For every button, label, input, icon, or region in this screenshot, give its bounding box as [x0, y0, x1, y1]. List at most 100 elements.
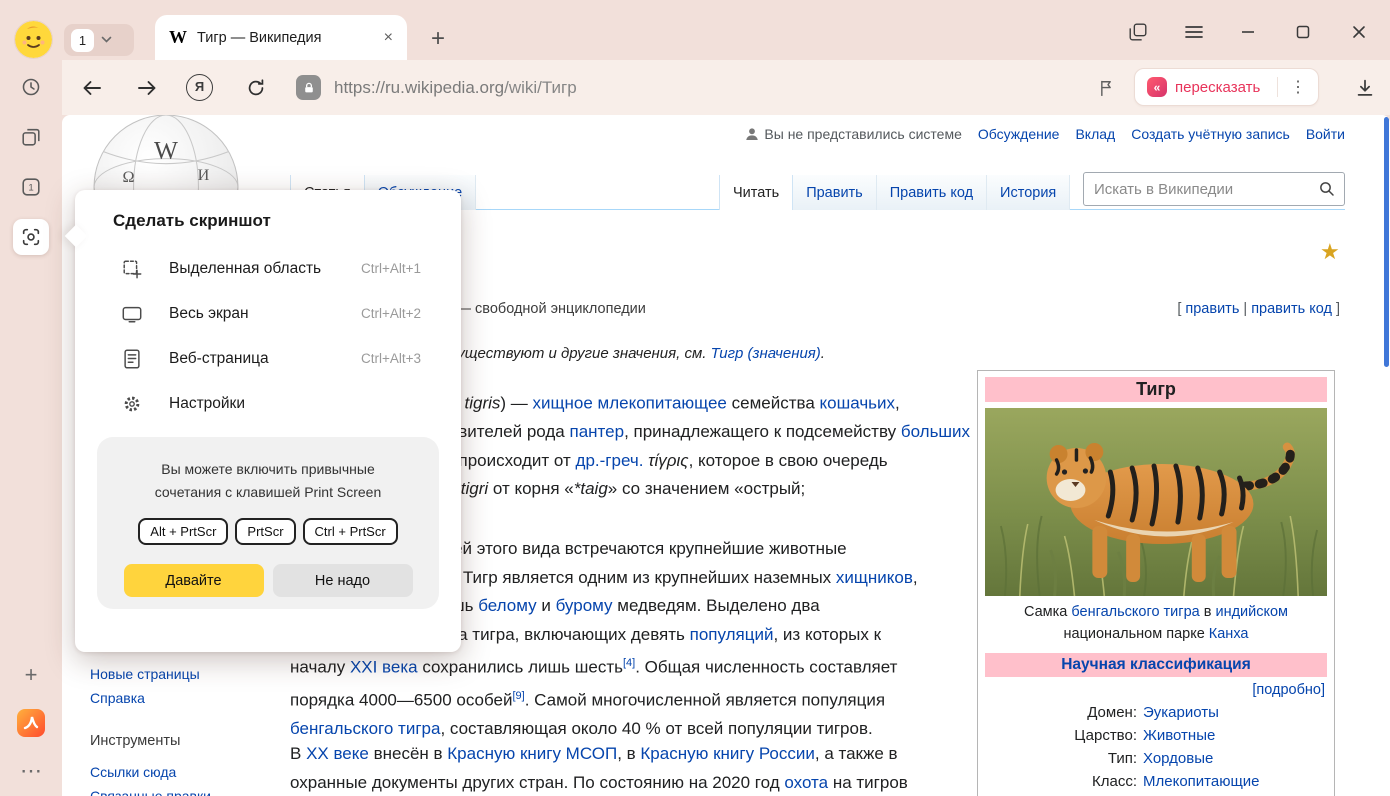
side-panel-toggle-button[interactable] [1124, 18, 1152, 46]
yandex-services-button[interactable] [13, 705, 49, 741]
menu-item-settings[interactable]: Настройки [75, 381, 461, 426]
sidebar-add-button[interactable]: + [13, 657, 49, 693]
accept-button[interactable]: Давайте [124, 564, 264, 597]
wiki-link[interactable]: XXI века [350, 658, 418, 677]
classification-row-class: Класс:Млекопитающие [985, 770, 1327, 793]
wiki-link[interactable]: [4] [623, 657, 635, 669]
wiki-link[interactable]: Тигр (значения) [711, 345, 821, 362]
bookmark-button[interactable] [1092, 74, 1120, 102]
decline-button[interactable]: Не надо [273, 564, 413, 597]
maximize-button[interactable] [1289, 18, 1317, 46]
downloads-button[interactable] [1350, 73, 1380, 103]
wiki-link[interactable]: пантер [570, 422, 625, 441]
refresh-button[interactable] [241, 73, 271, 103]
personal-link-talk[interactable]: Обсуждение [978, 126, 1060, 142]
tab-counter-control[interactable]: 1 [64, 24, 134, 56]
article-paragraph-3: В XX веке внесён в Красную книгу МСОП, в… [290, 740, 908, 796]
wiki-link[interactable]: Животные [1143, 724, 1215, 747]
wiki-link[interactable]: править код [1251, 301, 1332, 317]
text-line: национальном парке Канха [985, 623, 1327, 645]
details-link[interactable]: [подробно] [987, 682, 1325, 698]
wiki-link[interactable]: больших [901, 422, 970, 441]
wiki-link[interactable]: Канха [1209, 626, 1249, 642]
tiger-photo[interactable] [985, 408, 1327, 596]
close-icon [1351, 24, 1367, 40]
back-button[interactable] [77, 73, 107, 103]
wiki-link[interactable]: хищников [836, 568, 913, 587]
wiki-link[interactable]: Красную книгу МСОП [447, 744, 617, 763]
wiki-link[interactable]: кошачьих [820, 394, 896, 413]
collections-button[interactable] [13, 119, 49, 155]
search-icon[interactable] [1318, 180, 1336, 198]
wiki-link[interactable]: бенгальского тигра [290, 719, 440, 738]
profile-avatar[interactable] [14, 20, 53, 59]
tab-count-icon: 1 [20, 176, 42, 198]
text-segment: | [1239, 301, 1251, 317]
address-bar[interactable]: https://ru.wikipedia.org/wiki/Тигр [334, 60, 577, 115]
sidebar-item-what-links-here[interactable]: Ссылки сюда [90, 760, 211, 784]
wiki-link[interactable]: охота [784, 773, 828, 792]
close-window-button[interactable] [1345, 18, 1373, 46]
wiki-link[interactable]: [9] [513, 690, 525, 702]
tab-read[interactable]: Читать [719, 175, 793, 210]
retell-menu-dots-icon[interactable]: ⋮ [1286, 77, 1310, 97]
avatar-image [15, 21, 52, 58]
menu-item-web-page[interactable]: Веб-страница Ctrl+Alt+3 [75, 336, 461, 381]
new-tab-button[interactable]: + [424, 25, 452, 53]
wiki-link[interactable]: Хордовые [1143, 747, 1213, 770]
search-input[interactable] [1092, 180, 1318, 199]
wiki-link[interactable]: Млекопитающие [1143, 770, 1260, 793]
wiki-link[interactable]: хищное [533, 394, 593, 413]
retell-button[interactable]: « пересказать ⋮ [1134, 68, 1319, 106]
tabs-panel-button[interactable]: 1 [13, 169, 49, 205]
svg-text:И: И [198, 166, 210, 184]
menu-item-full-screen[interactable]: Весь экран Ctrl+Alt+2 [75, 291, 461, 336]
wiki-link[interactable]: млекопитающее [598, 394, 727, 413]
minimize-button[interactable] [1234, 18, 1262, 46]
wiki-link[interactable]: бенгальского тигра [1071, 604, 1199, 620]
tab-close-icon[interactable]: × [384, 30, 393, 46]
tab-edit-source[interactable]: Править код [877, 175, 987, 210]
text-line: охранные документы других стран. По сост… [290, 769, 908, 796]
wiki-link[interactable]: белому [478, 596, 536, 615]
tab-edit[interactable]: Править [793, 175, 877, 210]
shortcut-keys: Alt + PrtScr PrtScr Ctrl + PrtScr [97, 518, 439, 545]
yandex-search-button[interactable]: Я [186, 74, 213, 101]
screenshot-tool-button[interactable] [13, 219, 49, 255]
featured-article-star-icon: ★ [1320, 239, 1340, 265]
browser-menu-button[interactable] [1180, 18, 1208, 46]
url-host: https://ru.wikipedia.org [334, 78, 504, 97]
shortcut-hint: Ctrl+Alt+1 [361, 261, 421, 276]
hint-text-line1: Вы можете включить привычные [97, 458, 439, 481]
screenshot-icon [20, 226, 42, 248]
page-scrollbar-thumb[interactable] [1384, 117, 1389, 367]
personal-link-contribs[interactable]: Вклад [1075, 126, 1115, 142]
sidebar-item-help[interactable]: Справка [90, 686, 211, 710]
wiki-link[interactable]: популяций [690, 625, 774, 644]
browser-tab-active[interactable]: W Тигр — Википедия × [155, 15, 407, 60]
personal-link-create-account[interactable]: Создать учётную запись [1131, 126, 1290, 142]
personal-link-login[interactable]: Войти [1306, 126, 1345, 142]
sidebar-section-tools: Инструменты [90, 729, 211, 753]
site-security-chip[interactable] [296, 75, 321, 100]
tab-history[interactable]: История [987, 175, 1070, 210]
history-button[interactable] [13, 69, 49, 105]
wiki-search-box[interactable] [1083, 172, 1345, 206]
wiki-link[interactable]: др.-греч. [576, 451, 644, 470]
screen-icon [119, 303, 145, 325]
wiki-link[interactable]: бурому [556, 596, 613, 615]
wiki-link[interactable]: Эукариоты [1143, 701, 1219, 724]
wiki-link[interactable]: править [1185, 301, 1239, 317]
selection-area-icon [119, 258, 145, 280]
scientific-classification-header[interactable]: Научная классификация [985, 653, 1327, 677]
menu-item-selected-area[interactable]: Выделенная область Ctrl+Alt+1 [75, 246, 461, 291]
wiki-link[interactable]: XX веке [306, 744, 369, 763]
taxobox: Тигр [977, 370, 1335, 796]
wiki-link[interactable]: индийском [1215, 604, 1288, 620]
sidebar-more-button[interactable]: ⋯ [13, 753, 49, 789]
lock-icon [302, 81, 316, 95]
wiki-link[interactable]: Красную книгу России [640, 744, 814, 763]
forward-button[interactable] [132, 73, 162, 103]
sidebar-item-new-pages[interactable]: Новые страницы [90, 662, 211, 686]
sidebar-item-related-changes[interactable]: Связанные правки [90, 784, 211, 796]
